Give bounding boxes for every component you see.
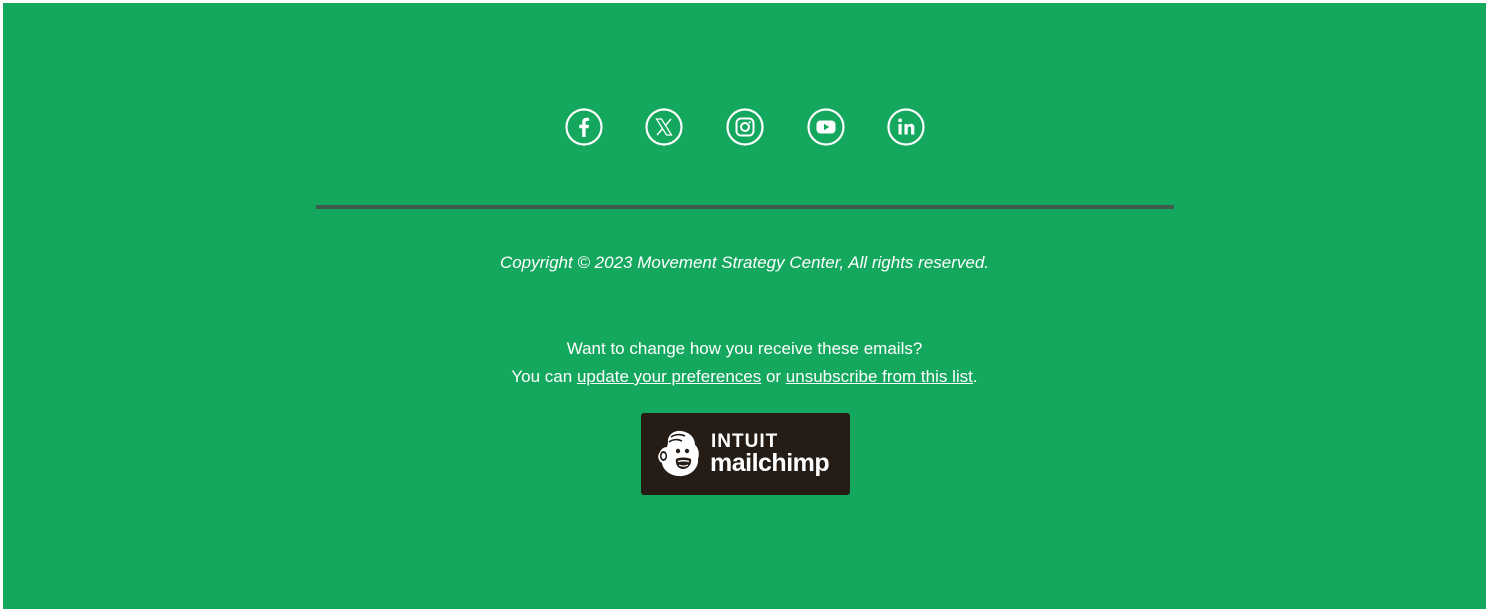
preferences-question: Want to change how you receive these ema… bbox=[566, 339, 923, 358]
social-links bbox=[3, 107, 1486, 149]
linkedin-icon bbox=[887, 108, 925, 146]
preferences-or: or bbox=[761, 367, 786, 386]
badge-mailchimp-text: mailchimp bbox=[710, 449, 830, 477]
linkedin-link[interactable] bbox=[886, 107, 926, 147]
preferences-line: You can update your preferences or unsub… bbox=[3, 363, 1486, 391]
copyright-text: Copyright © 2023 Movement Strategy Cente… bbox=[499, 253, 990, 272]
instagram-link[interactable] bbox=[725, 107, 765, 147]
mailchimp-freddie-icon bbox=[658, 430, 699, 477]
x-icon bbox=[645, 108, 683, 146]
youtube-icon bbox=[807, 108, 845, 146]
facebook-link[interactable] bbox=[564, 107, 604, 147]
mailchimp-badge[interactable]: INTUIT mailchimp bbox=[641, 413, 850, 495]
facebook-icon bbox=[565, 108, 603, 146]
footer-divider bbox=[316, 205, 1174, 209]
preferences-block: Want to change how you receive these ema… bbox=[3, 335, 1486, 391]
youtube-link[interactable] bbox=[806, 107, 846, 147]
unsubscribe-link[interactable]: unsubscribe from this list bbox=[786, 367, 973, 386]
preferences-suffix: . bbox=[972, 367, 978, 386]
x-link[interactable] bbox=[644, 107, 684, 147]
email-footer: Copyright © 2023 Movement Strategy Cente… bbox=[3, 3, 1486, 609]
instagram-icon bbox=[726, 108, 764, 146]
preferences-prefix: You can bbox=[511, 367, 577, 386]
update-preferences-link[interactable]: update your preferences bbox=[577, 367, 761, 386]
